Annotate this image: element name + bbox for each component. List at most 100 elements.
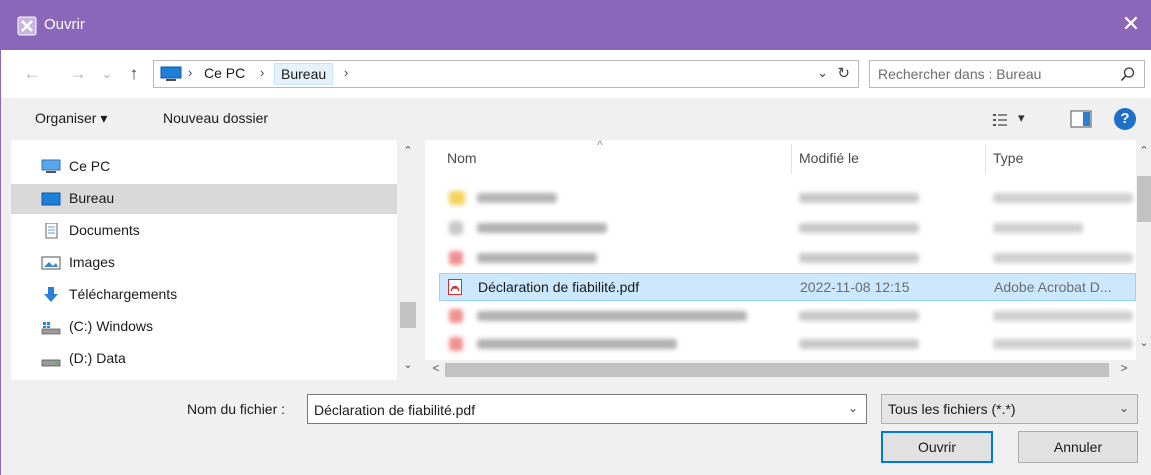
scroll-left-icon[interactable]: < xyxy=(427,361,445,375)
sidebar-item-c-windows[interactable]: (C:) Windows xyxy=(11,312,397,342)
navigation-pane[interactable]: Ce PC Bureau Documents Images Télécharge… xyxy=(11,140,419,380)
pdf-icon xyxy=(449,309,463,323)
view-dropdown-chevron-icon: ▾ xyxy=(1018,110,1025,125)
file-list-vertical-scrollbar[interactable]: ⌃ ⌄ xyxy=(1136,140,1151,360)
sidebar-item-bureau[interactable]: Bureau xyxy=(11,184,397,214)
obscured-text xyxy=(799,311,919,321)
refresh-icon[interactable]: ↻ xyxy=(837,64,850,82)
sidebar-item-telechargements[interactable]: Téléchargements xyxy=(11,280,397,310)
file-modified: 2022-11-08 12:15 xyxy=(800,279,910,295)
app-icon xyxy=(17,16,37,36)
filetype-dropdown-chevron-icon: ⌄ xyxy=(1118,401,1129,415)
title-bar[interactable]: Ouvrir ✕ xyxy=(1,0,1151,50)
filename-combobox[interactable]: ⌄ xyxy=(307,394,867,424)
recent-locations-chevron-icon[interactable]: ⌄ xyxy=(99,62,115,86)
file-row-obscured[interactable] xyxy=(439,244,1136,272)
obscured-text xyxy=(477,311,747,321)
file-row-obscured[interactable] xyxy=(439,330,1136,358)
open-file-dialog: Ouvrir ✕ ← → ⌄ ↑ › Ce PC › Bureau › ⌄ ↻ xyxy=(0,0,1151,475)
back-arrow-icon[interactable]: ← xyxy=(21,62,43,86)
sidebar-item-d-data[interactable]: (D:) Data xyxy=(11,344,397,374)
column-divider[interactable] xyxy=(791,144,792,174)
sidebar-item-label: Documents xyxy=(69,222,140,238)
computer-icon xyxy=(160,66,182,81)
sidebar-item-label: (C:) Windows xyxy=(69,318,154,334)
file-row-obscured[interactable] xyxy=(439,214,1136,242)
scroll-up-icon[interactable]: ⌃ xyxy=(1136,144,1151,160)
file-list-horizontal-scrollbar[interactable]: < > xyxy=(425,360,1151,380)
column-header-name[interactable]: Nom xyxy=(447,150,477,166)
change-view-button[interactable]: ▾ xyxy=(992,110,1030,130)
obscured-text xyxy=(799,339,919,349)
obscured-text xyxy=(799,193,919,203)
obscured-text xyxy=(799,223,919,233)
file-row-obscured[interactable] xyxy=(439,184,1136,212)
sidebar-item-label: Téléchargements xyxy=(69,286,178,302)
obscured-text xyxy=(477,253,597,263)
pdf-icon xyxy=(449,251,463,265)
breadcrumb-ce-pc[interactable]: Ce PC xyxy=(204,65,245,81)
images-icon xyxy=(41,256,61,270)
desktop-icon xyxy=(41,192,61,206)
sidebar-item-label: Images xyxy=(69,254,115,270)
sidebar-item-documents[interactable]: Documents xyxy=(11,216,397,246)
drive-windows-icon xyxy=(41,322,61,335)
pdf-icon xyxy=(449,337,463,351)
scroll-down-icon[interactable]: ⌄ xyxy=(1136,336,1151,352)
scroll-right-icon[interactable]: > xyxy=(1115,361,1133,375)
organize-button[interactable]: Organiser ▾ xyxy=(35,110,107,127)
scroll-up-icon[interactable]: ⌃ xyxy=(397,144,419,162)
scrollbar-thumb[interactable] xyxy=(445,363,1109,377)
filetype-select[interactable]: Tous les fichiers (*.*) ⌄ xyxy=(881,394,1138,424)
column-header-modified[interactable]: Modifié le xyxy=(799,150,859,166)
preview-pane-icon[interactable] xyxy=(1070,110,1092,128)
details-view-icon xyxy=(993,114,1007,126)
navigation-bar: ← → ⌄ ↑ › Ce PC › Bureau › ⌄ ↻ xyxy=(1,50,1151,98)
dialog-title: Ouvrir xyxy=(44,16,85,33)
column-header-type[interactable]: Type xyxy=(993,150,1023,166)
file-row-obscured[interactable] xyxy=(439,302,1136,330)
filename-label: Nom du fichier : xyxy=(187,401,286,417)
drive-icon xyxy=(41,359,61,367)
address-bar[interactable]: › Ce PC › Bureau › ⌄ ↻ xyxy=(153,60,859,88)
close-icon[interactable]: ✕ xyxy=(1118,12,1144,38)
sidebar-item-images[interactable]: Images xyxy=(11,248,397,278)
breadcrumb-separator-icon: › xyxy=(344,65,349,80)
obscured-text xyxy=(993,339,1133,349)
documents-icon xyxy=(45,223,58,239)
open-button[interactable]: Ouvrir xyxy=(881,431,993,463)
new-folder-button[interactable]: Nouveau dossier xyxy=(163,110,268,126)
search-input[interactable] xyxy=(878,65,1108,83)
filetype-value: Tous les fichiers (*.*) xyxy=(888,401,1016,417)
sidebar-item-label: Ce PC xyxy=(69,158,111,174)
download-icon xyxy=(44,287,58,302)
forward-arrow-icon[interactable]: → xyxy=(67,62,89,86)
sort-ascending-icon: ^ xyxy=(597,140,603,152)
scrollbar-thumb[interactable] xyxy=(1137,176,1151,222)
cancel-button[interactable]: Annuler xyxy=(1018,431,1138,463)
sidebar-item-ce-pc[interactable]: Ce PC xyxy=(11,152,397,182)
breadcrumb-separator-icon: › xyxy=(188,65,193,80)
filename-input[interactable] xyxy=(314,401,834,419)
search-box[interactable] xyxy=(869,60,1145,88)
column-divider[interactable] xyxy=(985,144,986,174)
address-dropdown-chevron-icon[interactable]: ⌄ xyxy=(817,65,828,81)
help-icon[interactable]: ? xyxy=(1114,108,1136,130)
scroll-down-icon[interactable]: ⌄ xyxy=(397,358,419,376)
obscured-text xyxy=(993,311,1133,321)
file-row-selected[interactable]: Déclaration de fiabilité.pdf 2022-11-08 … xyxy=(439,273,1136,301)
obscured-text xyxy=(993,223,1083,233)
obscured-text xyxy=(477,223,607,233)
search-icon[interactable] xyxy=(1120,66,1136,82)
up-arrow-icon[interactable]: ↑ xyxy=(123,62,145,86)
navigation-pane-scrollbar[interactable]: ⌃ ⌄ xyxy=(397,140,419,380)
obscured-text xyxy=(477,339,677,349)
breadcrumb-bureau[interactable]: Bureau xyxy=(274,63,334,85)
file-type: Adobe Acrobat D... xyxy=(994,279,1112,295)
scrollbar-thumb[interactable] xyxy=(400,302,416,328)
toolbar: Organiser ▾ Nouveau dossier ▾ ? xyxy=(1,98,1151,140)
sidebar-item-label: (D:) Data xyxy=(69,350,126,366)
sidebar-item-label: Bureau xyxy=(69,190,115,206)
file-list-pane[interactable]: ^ Nom Modifié le Type Déclaration de fia… xyxy=(425,140,1151,380)
filename-dropdown-chevron-icon[interactable]: ⌄ xyxy=(848,401,858,415)
